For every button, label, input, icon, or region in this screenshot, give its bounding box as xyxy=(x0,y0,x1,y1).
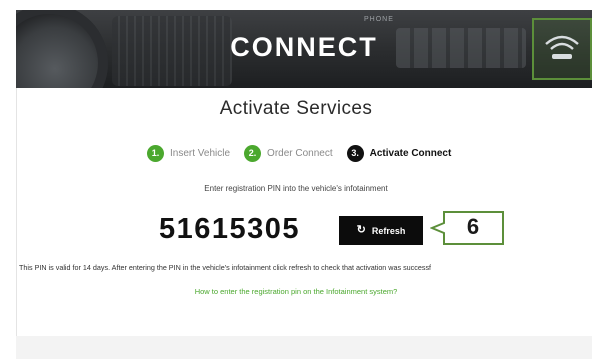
step-activate-connect: 3. Activate Connect xyxy=(346,145,452,162)
step-number-badge: 2. xyxy=(244,145,262,162)
step-label: Order Connect xyxy=(267,148,333,159)
refresh-button[interactable]: ↻ Refresh xyxy=(339,216,423,245)
wireless-charging-icon xyxy=(532,18,592,80)
pin-instruction: Enter registration PIN into the vehicle'… xyxy=(204,184,388,193)
callout-number: 6 xyxy=(466,214,480,239)
refresh-label: Refresh xyxy=(371,225,406,236)
footer-band xyxy=(16,336,592,359)
step-insert-vehicle: 1. Insert Vehicle xyxy=(147,145,230,162)
progress-steps: 1. Insert Vehicle 2. Order Connect 3. Ac… xyxy=(147,145,465,162)
hero-banner: PHONE CONNECT xyxy=(16,10,592,88)
pin-validity-note: This PIN is valid for 14 days. After ent… xyxy=(19,263,432,272)
refresh-icon: ↻ xyxy=(356,224,366,236)
step-order-connect: 2. Order Connect xyxy=(244,145,333,162)
hero-title: CONNECT xyxy=(230,32,378,62)
step-label: Insert Vehicle xyxy=(170,148,231,159)
step-label: Activate Connect xyxy=(369,148,452,159)
phone-tag: PHONE xyxy=(364,16,394,23)
page-title: Activate Services xyxy=(219,98,373,119)
registration-pin: 51615305 xyxy=(159,213,301,245)
howto-link[interactable]: How to enter the registration pin on the… xyxy=(0,287,592,296)
step-callout: 6 xyxy=(429,210,506,251)
step-number-badge: 3. xyxy=(346,145,364,162)
content-left-border xyxy=(16,88,17,336)
step-number-badge: 1. xyxy=(147,145,164,162)
